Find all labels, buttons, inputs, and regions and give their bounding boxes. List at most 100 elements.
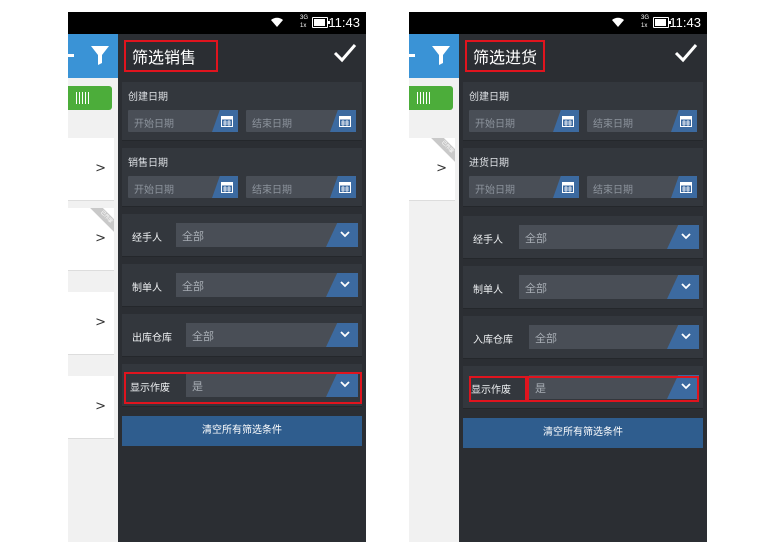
creator-value: 全部 <box>525 282 547 295</box>
list-item[interactable]: > <box>68 292 114 355</box>
dropdown-button[interactable] <box>326 273 358 297</box>
start-date-field[interactable]: 开始日期 <box>469 110 579 132</box>
calendar-button[interactable] <box>671 110 697 132</box>
date-section-created: 创建日期 开始日期 结束日期 <box>463 82 703 141</box>
warehouse-value: 全部 <box>192 330 214 343</box>
start-date-placeholder: 开始日期 <box>134 185 174 196</box>
handler-label: 经手人 <box>132 233 162 244</box>
handler-value: 全部 <box>182 230 204 243</box>
chevron-right-icon: > <box>95 161 106 176</box>
calendar-icon <box>221 182 233 193</box>
section-label: 创建日期 <box>128 92 168 103</box>
end-date-placeholder: 结束日期 <box>593 185 633 196</box>
start-date-field[interactable]: 开始日期 <box>469 176 579 198</box>
phone-screen-sales: 3G 1x 11:43 > 已作废 > > > 筛选销售 创建日期 开始日期 结束… <box>68 12 366 542</box>
end-date-field[interactable]: 结束日期 <box>246 176 356 198</box>
chevron-down-icon <box>340 281 350 288</box>
end-date-field[interactable]: 结束日期 <box>246 110 356 132</box>
start-date-placeholder: 开始日期 <box>475 119 515 130</box>
calendar-icon <box>221 116 233 127</box>
confirm-check-icon[interactable] <box>332 40 358 66</box>
status-bar: 3G 1x 11:43 <box>409 12 707 34</box>
chevron-right-icon: > <box>95 399 106 414</box>
confirm-check-icon[interactable] <box>673 40 699 66</box>
calendar-button[interactable] <box>671 176 697 198</box>
end-date-placeholder: 结束日期 <box>593 119 633 130</box>
warehouse-row: 出库仓库 全部 <box>122 314 362 357</box>
chevron-right-icon: > <box>436 161 447 176</box>
warehouse-label: 入库仓库 <box>473 335 513 346</box>
chevron-down-icon <box>681 283 691 290</box>
end-date-placeholder: 结束日期 <box>252 119 292 130</box>
dropdown-button[interactable] <box>326 323 358 347</box>
handler-row: 经手人 全部 <box>122 214 362 257</box>
handler-label: 经手人 <box>473 235 503 246</box>
creator-select[interactable]: 全部 <box>519 275 699 299</box>
calendar-button[interactable] <box>553 110 579 132</box>
list-item[interactable]: > <box>68 376 114 439</box>
show-void-highlight <box>124 372 362 404</box>
battery-icon <box>653 17 671 28</box>
calendar-icon <box>562 116 574 127</box>
dropdown-button[interactable] <box>326 223 358 247</box>
date-section-purchase: 进货日期 开始日期 结束日期 <box>463 148 703 207</box>
warehouse-label: 出库仓库 <box>132 333 172 344</box>
calendar-button[interactable] <box>212 176 238 198</box>
filter-drawer: 筛选进货 创建日期 开始日期 结束日期 进货日期 开始日期 结束日期 经手人 全… <box>459 34 707 542</box>
calendar-button[interactable] <box>553 176 579 198</box>
chevron-down-icon <box>340 331 350 338</box>
chevron-down-icon <box>340 231 350 238</box>
date-section-sale: 销售日期 开始日期 结束日期 <box>122 148 362 207</box>
section-label: 销售日期 <box>128 158 168 169</box>
calendar-button[interactable] <box>212 110 238 132</box>
dropdown-button[interactable] <box>667 225 699 249</box>
warehouse-select[interactable]: 全部 <box>186 323 358 347</box>
status-bar: 3G 1x 11:43 <box>68 12 366 34</box>
calendar-icon <box>339 116 351 127</box>
section-label: 创建日期 <box>469 92 509 103</box>
wifi-icon <box>612 17 624 27</box>
creator-select[interactable]: 全部 <box>176 273 358 297</box>
barcode-icon <box>417 92 431 104</box>
creator-row: 制单人 全部 <box>463 266 703 309</box>
dropdown-button[interactable] <box>667 275 699 299</box>
list-item[interactable]: 已作废 > <box>409 138 455 201</box>
network-indicator: 3G 1x <box>640 15 649 29</box>
start-date-field[interactable]: 开始日期 <box>128 110 238 132</box>
creator-row: 制单人 全部 <box>122 264 362 307</box>
calendar-icon <box>680 116 692 127</box>
filter-drawer: 筛选销售 创建日期 开始日期 结束日期 销售日期 开始日期 结束日期 经手人 全… <box>118 34 366 542</box>
start-date-placeholder: 开始日期 <box>134 119 174 130</box>
calendar-button[interactable] <box>330 176 356 198</box>
start-date-placeholder: 开始日期 <box>475 185 515 196</box>
start-date-field[interactable]: 开始日期 <box>128 176 238 198</box>
filter-icon[interactable] <box>431 44 451 66</box>
filter-icon[interactable] <box>90 44 110 66</box>
chevron-right-icon: > <box>95 231 106 246</box>
warehouse-select[interactable]: 全部 <box>529 325 699 349</box>
dropdown-button[interactable] <box>667 325 699 349</box>
clear-filters-button[interactable]: 清空所有筛选条件 <box>122 416 362 446</box>
barcode-icon <box>76 92 90 104</box>
warehouse-row: 入库仓库 全部 <box>463 316 703 359</box>
list-item[interactable]: 已作废 > <box>68 208 114 271</box>
drawer-title: 筛选进货 <box>473 48 538 67</box>
handler-select[interactable]: 全部 <box>519 225 699 249</box>
minus-icon <box>409 54 415 57</box>
end-date-field[interactable]: 结束日期 <box>587 176 697 198</box>
phone-screen-purchase: 3G 1x 11:43 已作废 > 筛选进货 创建日期 开始日期 结束日期 进货… <box>409 12 707 542</box>
barcode-button[interactable] <box>68 86 112 110</box>
clear-filters-button[interactable]: 清空所有筛选条件 <box>463 418 703 448</box>
section-label: 进货日期 <box>469 158 509 169</box>
end-date-field[interactable]: 结束日期 <box>587 110 697 132</box>
list-item[interactable]: > <box>68 138 114 201</box>
handler-select[interactable]: 全部 <box>176 223 358 247</box>
barcode-button[interactable] <box>409 86 453 110</box>
creator-label: 制单人 <box>132 283 162 294</box>
calendar-button[interactable] <box>330 110 356 132</box>
warehouse-value: 全部 <box>535 332 557 345</box>
end-date-placeholder: 结束日期 <box>252 185 292 196</box>
creator-label: 制单人 <box>473 285 503 296</box>
handler-value: 全部 <box>525 232 547 245</box>
show-void-label-highlight <box>469 376 527 402</box>
